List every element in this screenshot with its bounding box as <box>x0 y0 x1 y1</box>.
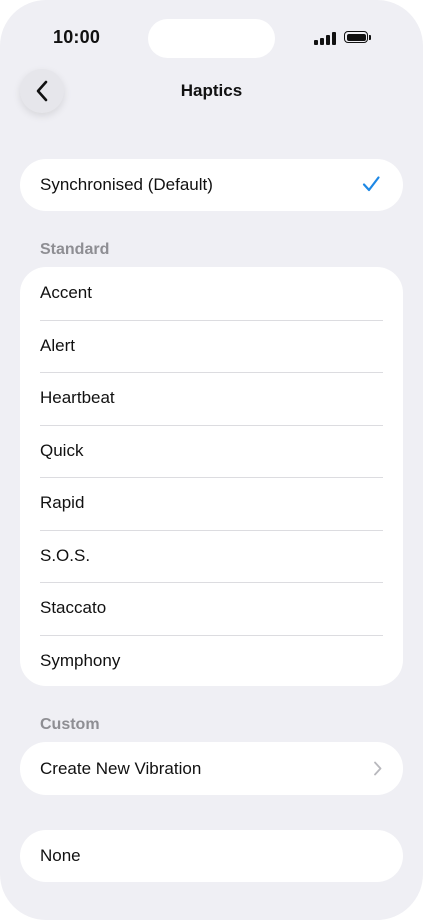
option-synchronised-default[interactable]: Synchronised (Default) <box>20 159 403 211</box>
default-group: Synchronised (Default) <box>20 159 403 211</box>
option-alert[interactable]: Alert <box>20 319 403 373</box>
phone-screen: 10:00 Haptics Synchronised (Default) Sta… <box>0 0 423 920</box>
custom-group: Create New Vibration <box>20 742 403 795</box>
option-none[interactable]: None <box>20 830 403 882</box>
standard-group: Accent Alert Heartbeat Quick Rapid S.O.S… <box>20 267 403 686</box>
checkmark-icon <box>362 176 380 192</box>
page-title: Haptics <box>180 81 243 100</box>
option-label: Staccato <box>40 598 107 618</box>
option-label: Alert <box>40 335 75 355</box>
section-header-custom: Custom <box>40 716 100 733</box>
option-heartbeat[interactable]: Heartbeat <box>20 372 403 425</box>
status-time: 10:00 <box>53 27 101 47</box>
option-sos[interactable]: S.O.S. <box>20 529 403 583</box>
battery-icon <box>344 31 374 45</box>
option-accent[interactable]: Accent <box>20 267 403 320</box>
option-label: Synchronised (Default) <box>40 175 213 194</box>
section-header-standard: Standard <box>40 241 110 258</box>
dynamic-island <box>148 19 275 58</box>
option-symphony[interactable]: Symphony <box>20 634 403 687</box>
option-label: Symphony <box>40 650 121 670</box>
none-group: None <box>20 830 403 882</box>
option-quick[interactable]: Quick <box>20 424 403 478</box>
option-label: None <box>40 846 81 865</box>
option-staccato[interactable]: Staccato <box>20 582 403 635</box>
option-label: Accent <box>40 283 92 303</box>
option-rapid[interactable]: Rapid <box>20 477 403 530</box>
create-new-vibration-button[interactable]: Create New Vibration <box>20 742 403 795</box>
chevron-right-icon <box>374 761 382 776</box>
option-label: S.O.S. <box>40 545 91 565</box>
option-label: Quick <box>40 440 84 460</box>
option-label: Create New Vibration <box>40 758 202 778</box>
option-label: Heartbeat <box>40 388 115 408</box>
cellular-signal-icon <box>314 31 338 45</box>
option-label: Rapid <box>40 493 85 513</box>
